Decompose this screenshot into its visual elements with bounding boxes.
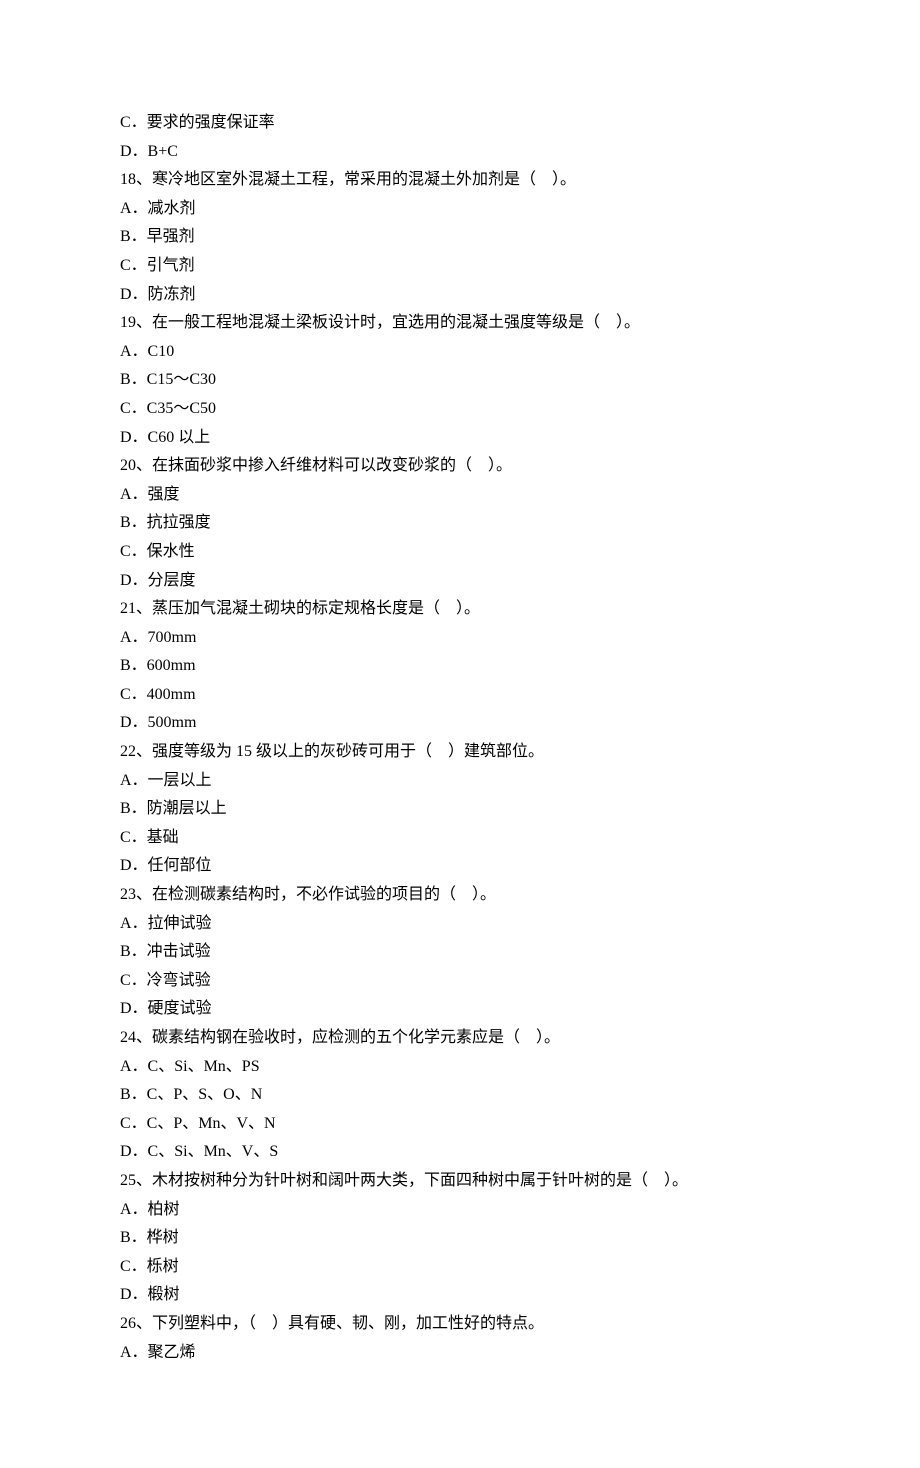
- option-text: B．早强剂: [120, 224, 800, 250]
- question-text: 20、在抹面砂浆中掺入纤维材料可以改变砂浆的（ ）。: [120, 453, 800, 479]
- option-text: A．C10: [120, 339, 800, 365]
- option-text: A．一层以上: [120, 768, 800, 794]
- question-text: 25、木材按树种分为针叶树和阔叶两大类，下面四种树中属于针叶树的是（ ）。: [120, 1168, 800, 1194]
- option-text: A．C、Si、Mn、PS: [120, 1054, 800, 1080]
- option-text: C．C35～C50: [120, 396, 800, 422]
- option-text: C．引气剂: [120, 253, 800, 279]
- option-text: C．400mm: [120, 682, 800, 708]
- question-text: 22、强度等级为 15 级以上的灰砂砖可用于（ ）建筑部位。: [120, 739, 800, 765]
- question-text: 19、在一般工程地混凝土梁板设计时，宜选用的混凝土强度等级是（ ）。: [120, 310, 800, 336]
- option-text: B．600mm: [120, 653, 800, 679]
- option-text: D．任何部位: [120, 853, 800, 879]
- question-text: 26、下列塑料中，（ ）具有硬、韧、刚，加工性好的特点。: [120, 1311, 800, 1337]
- option-text: D．防冻剂: [120, 282, 800, 308]
- option-text: B．C、P、S、O、N: [120, 1082, 800, 1108]
- question-text: 21、蒸压加气混凝土砌块的标定规格长度是（ ）。: [120, 596, 800, 622]
- option-text: B．桦树: [120, 1225, 800, 1251]
- question-text: 24、碳素结构钢在验收时，应检测的五个化学元素应是（ ）。: [120, 1025, 800, 1051]
- option-text: B．抗拉强度: [120, 510, 800, 536]
- option-text: D．500mm: [120, 710, 800, 736]
- option-text: A．强度: [120, 482, 800, 508]
- option-text: A．700mm: [120, 625, 800, 651]
- question-text: 18、寒冷地区室外混凝土工程，常采用的混凝土外加剂是（ ）。: [120, 167, 800, 193]
- option-text: C．冷弯试验: [120, 968, 800, 994]
- option-text: A．柏树: [120, 1197, 800, 1223]
- option-text: D．硬度试验: [120, 996, 800, 1022]
- option-text: C．基础: [120, 825, 800, 851]
- question-text: 23、在检测碳素结构时，不必作试验的项目的（ ）。: [120, 882, 800, 908]
- option-text: C．栎树: [120, 1254, 800, 1280]
- option-text: D．C、Si、Mn、V、S: [120, 1139, 800, 1165]
- option-text: D．椴树: [120, 1282, 800, 1308]
- option-text: C．保水性: [120, 539, 800, 565]
- option-text: C．C、P、Mn、V、N: [120, 1111, 800, 1137]
- option-text: C．要求的强度保证率: [120, 110, 800, 136]
- option-text: D．分层度: [120, 568, 800, 594]
- document-content: C．要求的强度保证率 D．B+C18、寒冷地区室外混凝土工程，常采用的混凝土外加剂…: [120, 110, 800, 1365]
- option-text: D．C60 以上: [120, 425, 800, 451]
- option-text: D．B+C: [120, 139, 800, 165]
- option-text: A．聚乙烯: [120, 1340, 800, 1366]
- option-text: B．冲击试验: [120, 939, 800, 965]
- option-text: A．拉伸试验: [120, 911, 800, 937]
- option-text: B．防潮层以上: [120, 796, 800, 822]
- option-text: A．减水剂: [120, 196, 800, 222]
- option-text: B．C15～C30: [120, 367, 800, 393]
